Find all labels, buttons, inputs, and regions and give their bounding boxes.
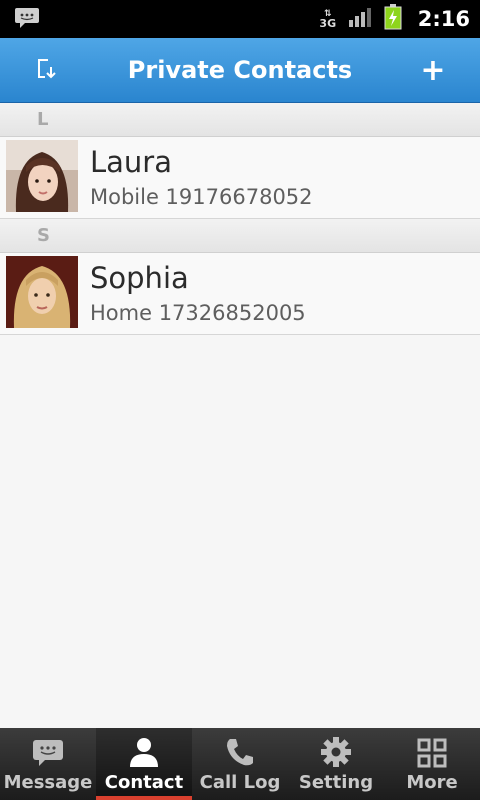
nav-setting[interactable]: Setting bbox=[288, 728, 384, 800]
status-bar: ⇅ 3G 2:16 bbox=[0, 0, 480, 38]
nav-more[interactable]: More bbox=[384, 728, 480, 800]
contact-row-laura[interactable]: Laura Mobile 19176678052 bbox=[0, 137, 480, 219]
import-button[interactable] bbox=[12, 38, 82, 103]
section-header-s: S bbox=[0, 219, 480, 253]
nav-label: Setting bbox=[298, 772, 374, 793]
nav-label: More bbox=[406, 772, 458, 793]
contact-row-sophia[interactable]: Sophia Home 17326852005 bbox=[0, 253, 480, 335]
title-bar: Private Contacts + bbox=[0, 38, 480, 103]
avatar bbox=[6, 256, 78, 328]
contact-detail: Mobile 19176678052 bbox=[90, 185, 313, 209]
nav-contact[interactable]: Contact bbox=[96, 728, 192, 800]
gear-icon bbox=[320, 728, 352, 768]
import-icon bbox=[36, 58, 58, 84]
contact-icon bbox=[127, 728, 161, 768]
nav-message[interactable]: Message bbox=[0, 728, 96, 800]
add-contact-button[interactable]: + bbox=[398, 38, 468, 103]
contact-name: Sophia bbox=[90, 261, 189, 295]
contact-list: L Laura Mobile 19176678052 S Sophia Home… bbox=[0, 103, 480, 335]
nav-label: Call Log bbox=[199, 772, 281, 793]
network-3g-indicator: ⇅ 3G bbox=[319, 9, 337, 30]
active-indicator bbox=[96, 796, 192, 800]
nav-call-log[interactable]: Call Log bbox=[192, 728, 288, 800]
grid-icon bbox=[417, 728, 447, 768]
notification-message-icon bbox=[14, 7, 40, 33]
nav-label: Message bbox=[3, 772, 93, 793]
plus-icon: + bbox=[420, 53, 446, 88]
avatar bbox=[6, 140, 78, 212]
contact-detail: Home 17326852005 bbox=[90, 301, 306, 325]
contact-name: Laura bbox=[90, 145, 173, 179]
section-header-l: L bbox=[0, 103, 480, 137]
message-icon bbox=[31, 728, 65, 768]
signal-icon bbox=[348, 6, 374, 32]
nav-label: Contact bbox=[104, 772, 184, 793]
phone-icon bbox=[224, 728, 256, 768]
battery-charging-icon bbox=[384, 4, 402, 34]
clock: 2:16 bbox=[417, 7, 470, 31]
bottom-nav: Message Contact Call Log Setting More bbox=[0, 728, 480, 800]
